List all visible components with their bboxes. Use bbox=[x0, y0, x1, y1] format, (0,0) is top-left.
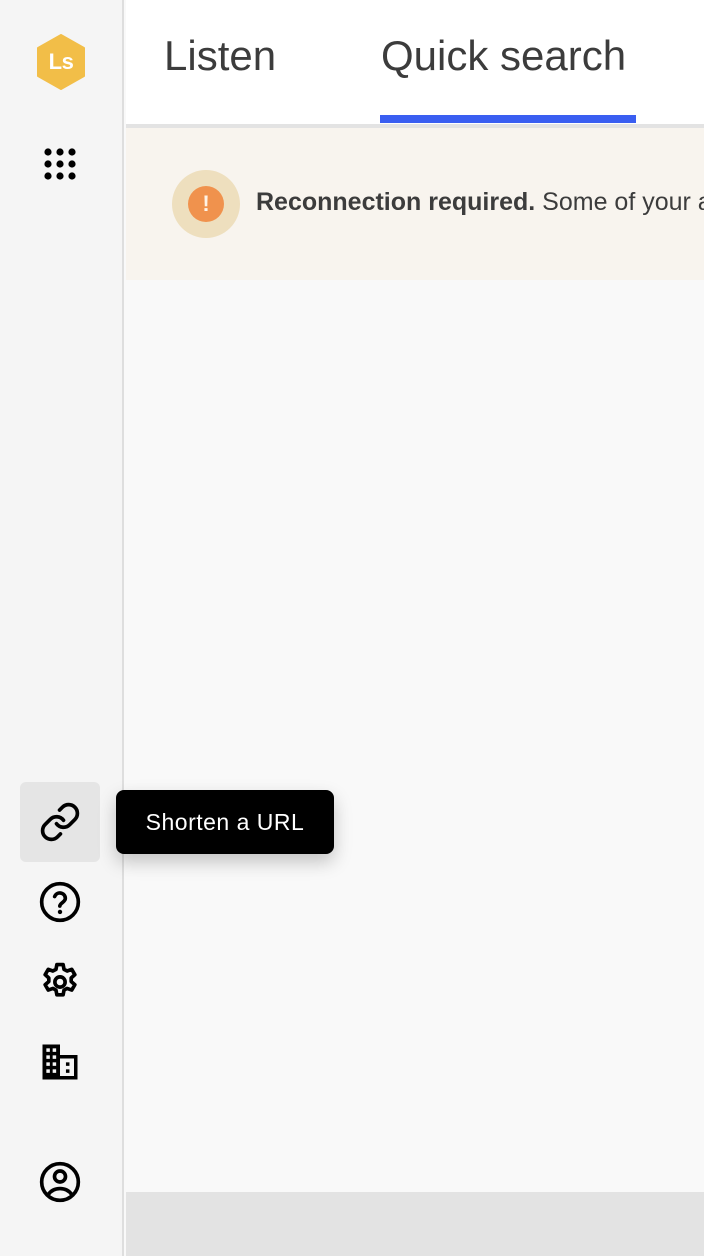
banner-title: Reconnection required. bbox=[256, 188, 536, 216]
building-icon bbox=[42, 1044, 78, 1080]
grid-dots-icon bbox=[44, 148, 76, 180]
organization-button[interactable] bbox=[20, 1022, 100, 1102]
app-root: Ls Listen Quick search ! Reconnection re… bbox=[0, 0, 704, 1256]
tab-bar: Listen Quick search bbox=[126, 0, 704, 128]
tab-quick-search[interactable]: Quick search bbox=[381, 32, 626, 80]
reconnection-banner: ! Reconnection required. Some of your a bbox=[126, 128, 704, 280]
sidebar: Ls bbox=[0, 0, 124, 1256]
exclamation-icon: ! bbox=[188, 186, 224, 222]
main-content: Listen Quick search ! Reconnection requi… bbox=[126, 0, 704, 1256]
settings-button[interactable] bbox=[20, 942, 100, 1022]
gear-icon bbox=[43, 962, 77, 997]
apps-menu-button[interactable] bbox=[20, 124, 100, 204]
app-logo[interactable]: Ls bbox=[36, 34, 86, 90]
logo-text: Ls bbox=[48, 49, 74, 74]
user-circle-icon bbox=[39, 1161, 81, 1203]
shorten-url-button[interactable] bbox=[20, 782, 100, 862]
shorten-url-tooltip: Shorten a URL bbox=[116, 790, 334, 854]
link-icon bbox=[40, 802, 80, 842]
tab-listen[interactable]: Listen bbox=[164, 32, 276, 80]
footer-bar bbox=[126, 1192, 704, 1256]
active-tab-indicator bbox=[380, 115, 636, 123]
help-button[interactable] bbox=[20, 862, 100, 942]
banner-text: Reconnection required. Some of your a bbox=[256, 188, 704, 217]
account-button[interactable] bbox=[20, 1142, 100, 1222]
banner-message: Some of your a bbox=[535, 188, 704, 216]
help-circle-icon bbox=[39, 881, 81, 923]
warning-icon-badge: ! bbox=[172, 170, 240, 238]
